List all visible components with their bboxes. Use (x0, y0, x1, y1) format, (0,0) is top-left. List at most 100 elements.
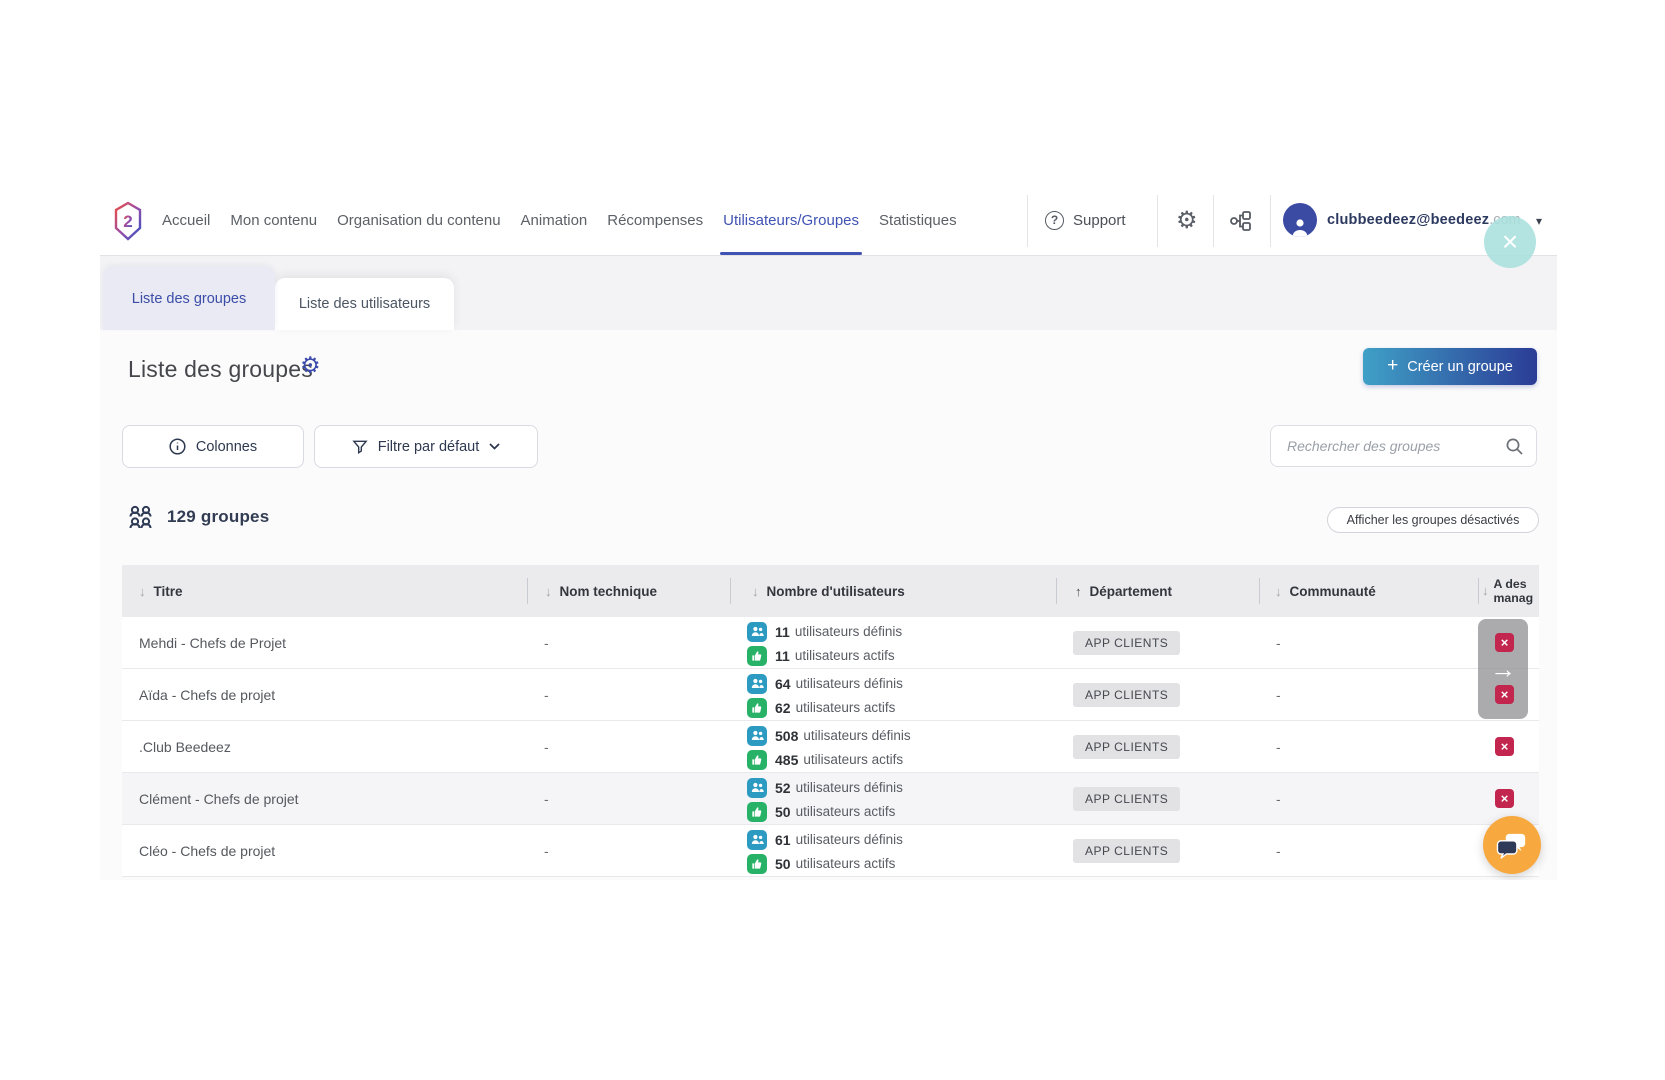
header-communaute[interactable]: ↓ Communauté (1259, 565, 1478, 617)
nav-item-utilisateurs-groupes[interactable]: Utilisateurs/Groupes (723, 185, 859, 255)
users-defined-icon (747, 726, 767, 746)
no-manager-icon[interactable]: × (1495, 737, 1514, 756)
funnel-icon (352, 439, 368, 455)
support-label: Support (1073, 212, 1126, 229)
header-label: A des manag (1494, 577, 1538, 605)
header-label: Nombre d'utilisateurs (767, 584, 905, 599)
group-title: .Club Beedeez (122, 721, 527, 772)
users-count-cell: 52utilisateurs définis 50utilisateurs ac… (730, 773, 1056, 824)
show-disabled-groups-button[interactable]: Afficher les groupes désactivés (1327, 507, 1539, 533)
tab-liste-des-utilisateurs[interactable]: Liste des utilisateurs (275, 278, 454, 330)
search-icon[interactable] (1505, 437, 1524, 456)
caret-down-icon[interactable]: ▾ (1536, 214, 1542, 228)
community-cell: - (1259, 617, 1478, 668)
table-row[interactable]: Cléo - Chefs de projet - 61utilisateurs … (122, 825, 1539, 877)
nav-item-animation[interactable]: Animation (521, 185, 588, 255)
header-nom-technique[interactable]: ↓ Nom technique (527, 565, 730, 617)
users-count-cell: 64utilisateurs définis 62utilisateurs ac… (730, 669, 1056, 720)
table-row[interactable]: Mehdi - Chefs de Projet - 11utilisateurs… (122, 617, 1539, 669)
users-active-count: 62 (775, 700, 791, 716)
close-icon: × (1502, 226, 1518, 258)
brand-logo-icon[interactable]: 2 (113, 201, 143, 241)
users-defined-count: 64 (775, 676, 791, 692)
org-chart-icon[interactable] (1229, 209, 1253, 233)
top-nav: 2 Accueil Mon contenu Organisation du co… (100, 185, 1557, 256)
nav-item-statistiques[interactable]: Statistiques (879, 185, 957, 255)
header-nombre-utilisateurs[interactable]: ↓ Nombre d'utilisateurs (730, 565, 1056, 617)
header-label: Titre (154, 584, 183, 599)
table-row[interactable]: Clément - Chefs de projet - 52utilisateu… (122, 773, 1539, 825)
settings-gear-icon[interactable]: ⚙ (1176, 185, 1198, 255)
person-icon (1289, 215, 1311, 237)
group-title: Cléo - Chefs de projet (122, 825, 527, 876)
department-cell: APP CLIENTS (1056, 825, 1259, 876)
user-email: clubbeedeez@beedeez (1327, 212, 1489, 228)
users-count-cell: 61utilisateurs définis 50utilisateurs ac… (730, 825, 1056, 876)
no-manager-icon[interactable]: × (1495, 685, 1514, 704)
users-defined-icon (747, 830, 767, 850)
brand-logo-glyph: 2 (123, 212, 132, 231)
community-cell: - (1259, 773, 1478, 824)
close-overlay-button[interactable]: × (1484, 216, 1536, 268)
technical-name: - (527, 669, 730, 720)
columns-button[interactable]: Colonnes (122, 425, 304, 468)
nav-divider (1213, 195, 1214, 247)
users-active-count: 50 (775, 856, 791, 872)
help-icon: ? (1045, 211, 1064, 230)
sort-desc-icon: ↓ (139, 584, 146, 599)
nav-item-organisation-du-contenu[interactable]: Organisation du contenu (337, 185, 500, 255)
header-label: Nom technique (560, 584, 658, 599)
department-badge: APP CLIENTS (1073, 683, 1180, 707)
department-badge: APP CLIENTS (1073, 735, 1180, 759)
support-button[interactable]: ? Support (1045, 185, 1126, 255)
users-defined-count: 11 (775, 624, 790, 640)
department-badge: APP CLIENTS (1073, 839, 1180, 863)
table-row[interactable]: .Club Beedeez - 508utilisateurs définis … (122, 721, 1539, 773)
main-menu: Accueil Mon contenu Organisation du cont… (162, 185, 957, 255)
technical-name: - (527, 721, 730, 772)
no-manager-icon[interactable]: × (1495, 789, 1514, 808)
sort-desc-icon: ↓ (1275, 584, 1282, 599)
users-active-icon (747, 698, 767, 718)
header-label: Communauté (1290, 584, 1376, 599)
users-active-count: 50 (775, 804, 791, 820)
header-titre[interactable]: ↓ Titre (122, 565, 527, 617)
users-defined-icon (747, 778, 767, 798)
header-departement[interactable]: ↑ Département (1056, 565, 1259, 617)
page-settings-gear-icon[interactable]: ⚙ (300, 352, 321, 379)
users-count-cell: 508utilisateurs définis 485utilisateurs … (730, 721, 1056, 772)
nav-item-accueil[interactable]: Accueil (162, 185, 210, 255)
arrow-right-icon: → (1490, 654, 1516, 685)
table-row[interactable]: Aïda - Chefs de projet - 64utilisateurs … (122, 669, 1539, 721)
tab-liste-des-groupes[interactable]: Liste des groupes (103, 267, 275, 330)
sort-desc-icon: ↓ (545, 584, 552, 599)
group-title: Clément - Chefs de projet (122, 773, 527, 824)
chevron-down-icon (489, 443, 500, 450)
sort-asc-icon: ↑ (1075, 584, 1082, 599)
nav-item-recompenses[interactable]: Récompenses (607, 185, 703, 255)
users-active-count: 485 (775, 752, 798, 768)
nav-divider (1270, 195, 1271, 247)
group-title: Aïda - Chefs de projet (122, 669, 527, 720)
users-defined-count: 508 (775, 728, 798, 744)
department-cell: APP CLIENTS (1056, 721, 1259, 772)
filter-label: Filtre par défaut (378, 439, 480, 455)
chat-bubbles-icon (1494, 828, 1530, 862)
search-input[interactable] (1287, 426, 1497, 466)
department-badge: APP CLIENTS (1073, 631, 1180, 655)
community-cell: - (1259, 825, 1478, 876)
technical-name: - (527, 773, 730, 824)
groups-count-label: 129 groupes (167, 507, 269, 527)
filter-button[interactable]: Filtre par défaut (314, 425, 538, 468)
create-group-button[interactable]: + Créer un groupe (1363, 348, 1537, 385)
chat-launcher-button[interactable] (1483, 816, 1541, 874)
no-manager-icon[interactable]: × (1495, 633, 1514, 652)
users-defined-icon (747, 622, 767, 642)
sort-desc-icon: ↓ (752, 584, 759, 599)
plus-icon: + (1387, 355, 1398, 377)
header-a-des-managers[interactable]: ↓ A des manag (1478, 565, 1539, 617)
search-box (1270, 425, 1537, 467)
users-active-icon (747, 646, 767, 666)
users-active-label: utilisateurs actifs (796, 700, 896, 715)
nav-item-mon-contenu[interactable]: Mon contenu (230, 185, 317, 255)
